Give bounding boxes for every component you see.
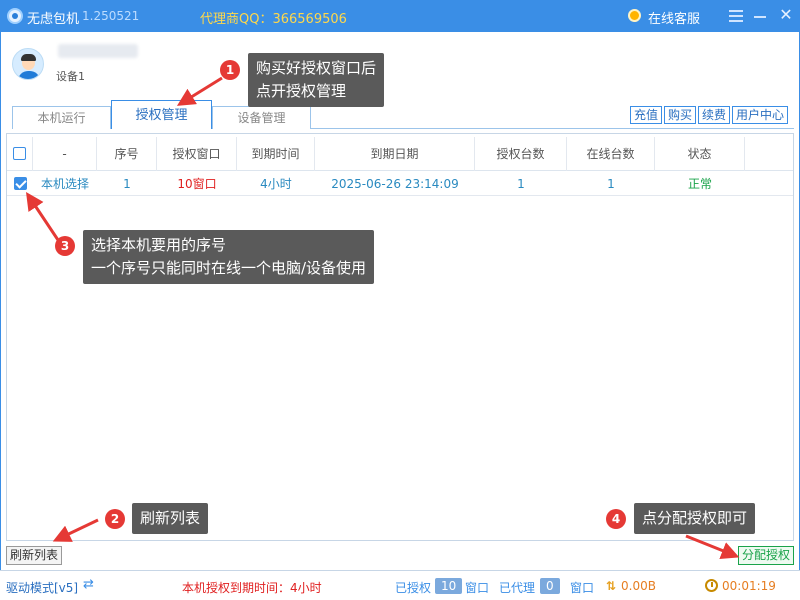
action-buttons: 充值 购买 续费 用户中心 bbox=[630, 106, 789, 124]
header-col: 到期时间 bbox=[237, 137, 315, 171]
user-center-button[interactable]: 用户中心 bbox=[732, 106, 789, 124]
agent-count-badge: 0 bbox=[540, 578, 560, 594]
username-redacted bbox=[58, 44, 138, 58]
minimize-icon[interactable] bbox=[754, 16, 766, 18]
agent-label: 已代理 bbox=[499, 581, 536, 595]
recharge-button[interactable]: 充值 bbox=[630, 106, 663, 124]
auth-table-panel: - 序号 授权窗口 到期时间 到期日期 授权台数 在线台数 状态 本机选择 1 … bbox=[6, 133, 794, 541]
close-icon[interactable]: ✕ bbox=[778, 7, 794, 23]
menu-icon[interactable] bbox=[729, 10, 743, 22]
row-expire-time: 4小时 bbox=[260, 177, 292, 191]
authorized-label: 已授权 bbox=[395, 581, 432, 595]
callout-text: 购买好授权窗口后 bbox=[256, 59, 377, 77]
row-index: 1 bbox=[123, 177, 131, 191]
row-online-count: 1 bbox=[607, 177, 615, 191]
row-window: 10窗口 bbox=[177, 177, 217, 191]
callout-step-1: 购买好授权窗口后 点开授权管理 bbox=[248, 53, 385, 107]
step-badge-4: 4 bbox=[606, 509, 626, 529]
tab-local-run[interactable]: 本机运行 bbox=[12, 106, 111, 129]
drive-mode-label[interactable]: 驱动模式[v5] bbox=[6, 579, 78, 596]
tab-device-management[interactable]: 设备管理 bbox=[212, 106, 311, 129]
header-col: 序号 bbox=[97, 137, 157, 171]
headset-icon[interactable] bbox=[628, 9, 641, 22]
row-expire-date: 2025-06-26 23:14:09 bbox=[331, 177, 459, 191]
callout-text: 选择本机要用的序号 bbox=[91, 236, 227, 254]
app-name: 无虑包机 bbox=[27, 12, 80, 27]
table-row[interactable]: 本机选择 1 10窗口 4小时 2025-06-26 23:14:09 1 1 … bbox=[7, 172, 793, 196]
header-col-empty bbox=[745, 137, 793, 171]
agent-qq: 代理商QQ：366569506 bbox=[200, 12, 347, 27]
traffic-icon: ⇅ bbox=[606, 579, 617, 593]
window-unit-label: 窗口 bbox=[570, 581, 595, 595]
avatar[interactable] bbox=[12, 48, 44, 80]
header-select-all[interactable] bbox=[7, 137, 33, 171]
online-service-link[interactable]: 在线客服 bbox=[648, 8, 700, 27]
tab-auth-management[interactable]: 授权管理 bbox=[111, 100, 212, 129]
callout-step-2: 刷新列表 bbox=[132, 503, 209, 534]
app-version: 1.250521 bbox=[82, 9, 140, 23]
session-timer: 00:01:19 bbox=[722, 579, 776, 593]
row-checkbox-cell[interactable] bbox=[7, 172, 33, 196]
buy-button[interactable]: 购买 bbox=[664, 106, 697, 124]
callout-text: 点开授权管理 bbox=[256, 82, 347, 100]
refresh-list-button[interactable]: 刷新列表 bbox=[6, 546, 63, 565]
header-col: 授权窗口 bbox=[157, 137, 237, 171]
row-status: 正常 bbox=[687, 177, 712, 191]
renew-button[interactable]: 续费 bbox=[698, 106, 731, 124]
window-border-left bbox=[0, 32, 1, 600]
authorized-count-badge: 10 bbox=[435, 578, 463, 594]
callout-text: 一个序号只能同时在线一个电脑/设备使用 bbox=[91, 259, 367, 277]
header-col: 授权台数 bbox=[475, 137, 567, 171]
step-badge-2: 2 bbox=[105, 509, 125, 529]
clock-icon bbox=[705, 579, 718, 592]
header-col: 在线台数 bbox=[567, 137, 655, 171]
row-auth-count: 1 bbox=[517, 177, 525, 191]
assign-auth-button[interactable]: 分配授权 bbox=[738, 546, 795, 565]
callout-step-3: 选择本机要用的序号 一个序号只能同时在线一个电脑/设备使用 bbox=[83, 230, 375, 284]
device-name: 设备1 bbox=[56, 70, 85, 83]
traffic-speed: 0.00B bbox=[621, 579, 656, 593]
title-bar: 无虑包机 1.250521 代理商QQ：366569506 在线客服 ✕ bbox=[0, 0, 800, 32]
row-select: 本机选择 bbox=[40, 177, 89, 191]
header-col: - bbox=[33, 137, 97, 171]
select-all-checkbox[interactable] bbox=[13, 147, 26, 160]
table-header: - 序号 授权窗口 到期时间 到期日期 授权台数 在线台数 状态 bbox=[7, 137, 793, 171]
step-badge-3: 3 bbox=[55, 236, 75, 256]
header-col: 状态 bbox=[655, 137, 745, 171]
row-checkbox[interactable] bbox=[13, 177, 27, 190]
header-col: 到期日期 bbox=[315, 137, 475, 171]
step-badge-1: 1 bbox=[220, 60, 240, 80]
status-bar: 驱动模式[v5] ⇄ 本机授权到期时间：4小时 已授权 10 窗口 已代理 0 … bbox=[0, 570, 800, 600]
window-unit-label: 窗口 bbox=[465, 581, 490, 595]
sync-icon[interactable]: ⇄ bbox=[83, 577, 94, 592]
app-logo-icon bbox=[7, 8, 23, 24]
local-expire-text: 本机授权到期时间：4小时 bbox=[182, 581, 322, 595]
callout-step-4: 点分配授权即可 bbox=[634, 503, 756, 534]
